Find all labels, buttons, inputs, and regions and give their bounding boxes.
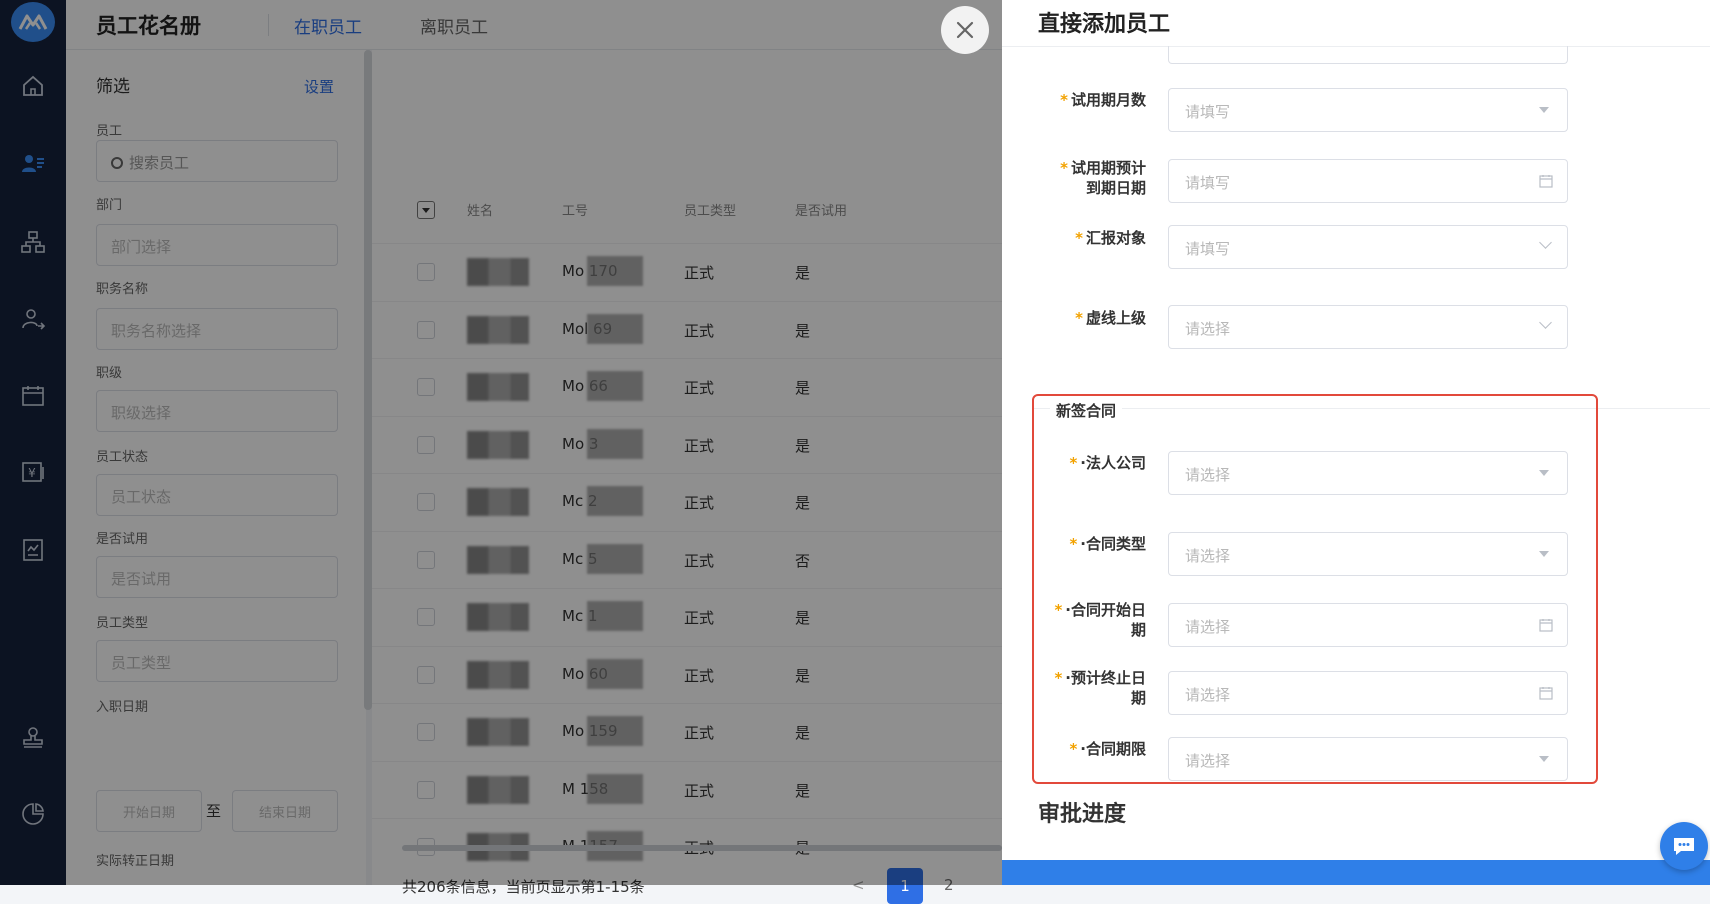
drawer-submit-bar[interactable] — [1002, 860, 1710, 885]
close-drawer-button[interactable] — [941, 6, 989, 54]
caret-down-icon — [1539, 103, 1553, 117]
contract-section-highlight — [1032, 394, 1598, 784]
chat-support-button[interactable] — [1660, 822, 1708, 870]
placeholder: 请填写 — [1185, 174, 1231, 192]
add-employee-drawer: 直接添加员工 * 试用期月数 请填写 * 试用期预计 到期日期 请填写 * 汇报对象 请填写 * 虚线… — [1002, 0, 1710, 885]
label-text: 虚线上级 — [1085, 309, 1146, 327]
probation-end-date-input[interactable]: 请填写 — [1168, 159, 1568, 203]
required-mark: * — [1075, 229, 1083, 247]
approval-progress-title: 审批进度 — [1038, 802, 1127, 827]
probation-end-date-label: * 试用期预计到期日期 — [1002, 158, 1146, 198]
label-text: 汇报对象 — [1085, 229, 1146, 247]
report-to-label: * 汇报对象 — [1002, 228, 1146, 248]
placeholder: 请选择 — [1185, 320, 1231, 338]
drawer-title: 直接添加员工 — [1038, 12, 1171, 37]
chat-icon — [1674, 838, 1694, 855]
chevron-down-icon — [1539, 316, 1553, 334]
dotted-line-manager-input[interactable]: 请选择 — [1168, 305, 1568, 349]
placeholder: 请填写 — [1185, 240, 1231, 258]
probation-months-input[interactable]: 请填写 — [1168, 88, 1568, 132]
dotted-line-manager-label: * 虚线上级 — [1002, 308, 1146, 328]
label-line-2: 到期日期 — [1085, 179, 1146, 197]
previous-field-input[interactable] — [1168, 46, 1568, 64]
report-to-input[interactable]: 请填写 — [1168, 225, 1568, 269]
required-mark: * — [1060, 91, 1068, 109]
label-text: 试用期月数 — [1070, 91, 1146, 109]
modal-overlay[interactable] — [0, 0, 1002, 885]
required-mark: * — [1060, 159, 1068, 177]
chevron-down-icon — [1539, 236, 1553, 254]
required-mark: * — [1075, 309, 1083, 327]
probation-months-label: * 试用期月数 — [1002, 90, 1146, 110]
close-icon — [956, 21, 974, 39]
label-line-1: 试用期预计 — [1070, 159, 1146, 177]
calendar-icon — [1539, 174, 1553, 188]
placeholder: 请填写 — [1185, 103, 1231, 121]
